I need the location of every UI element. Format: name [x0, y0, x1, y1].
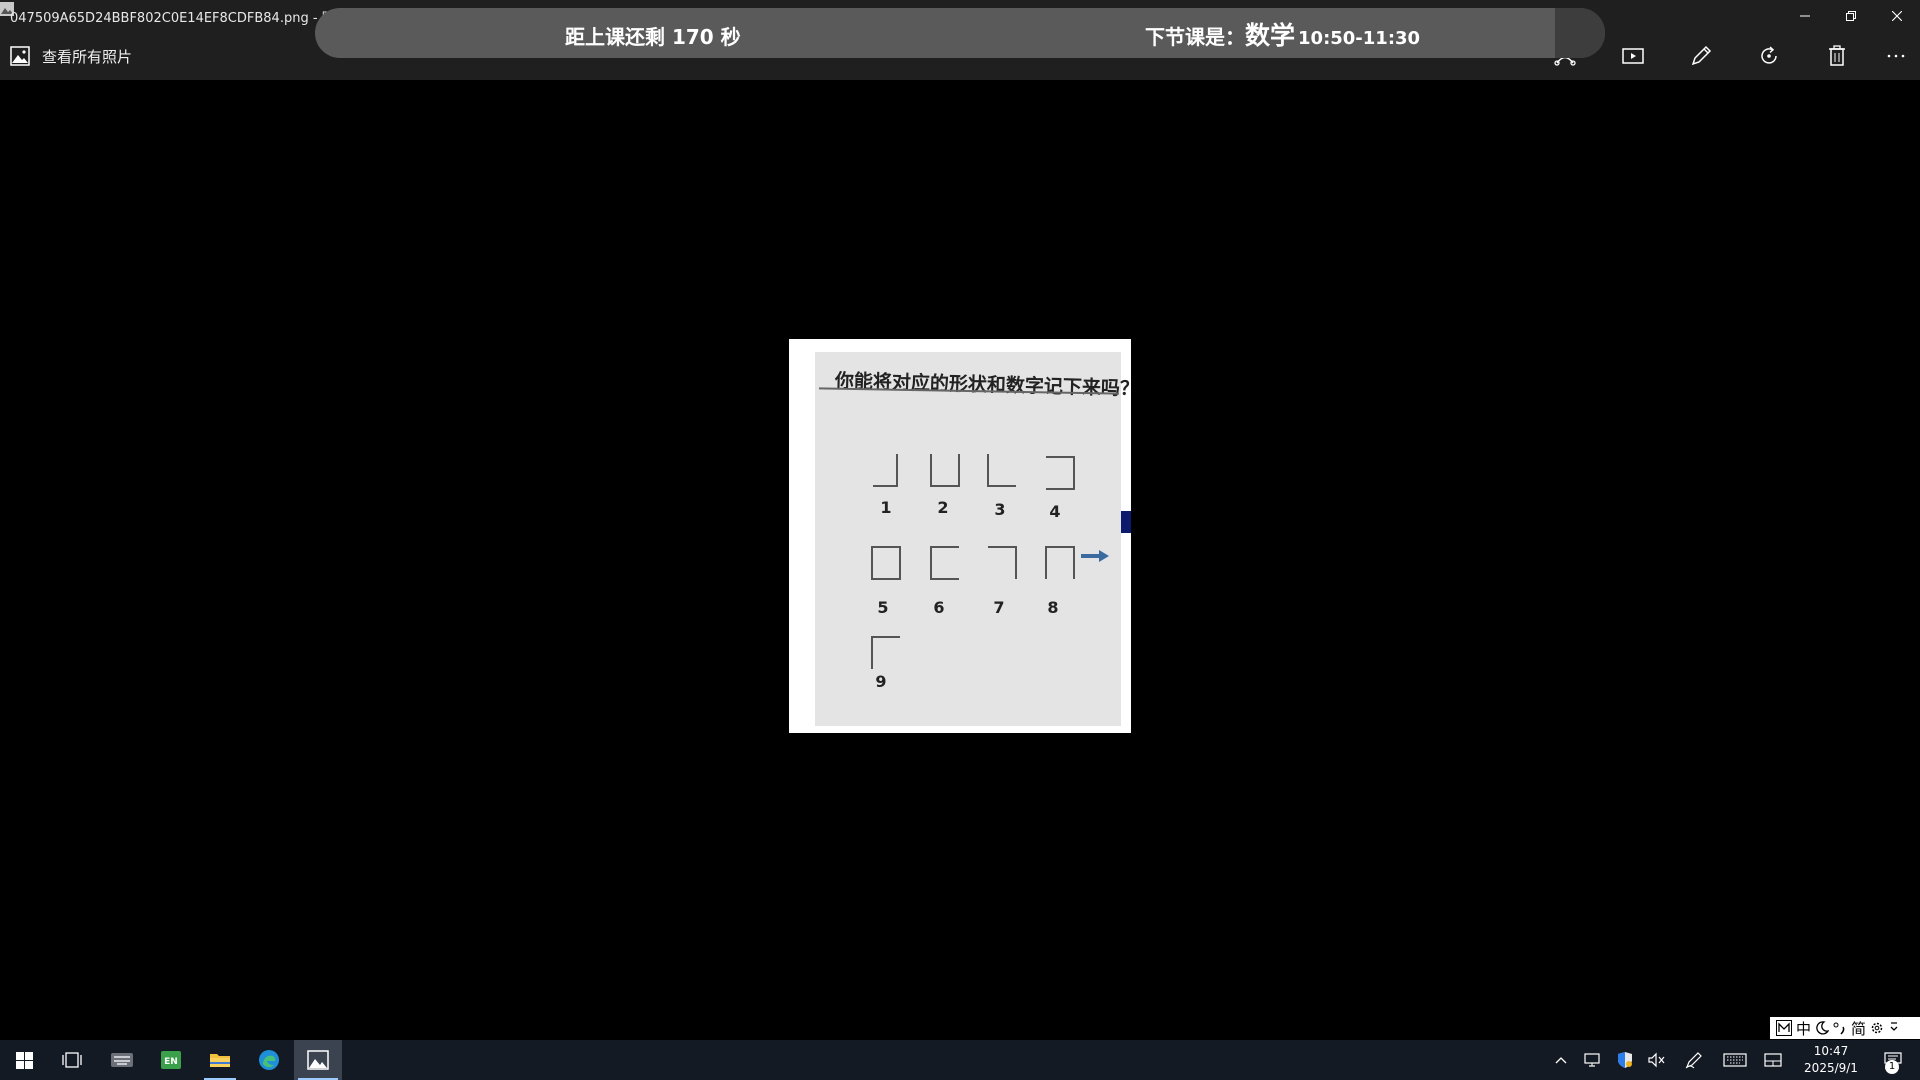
ime-toolbar[interactable]: 中 简	[1770, 1017, 1920, 1039]
more-options-button[interactable]	[1876, 40, 1916, 72]
view-all-photos-label: 查看所有照片	[42, 47, 133, 66]
gallery-icon	[10, 46, 30, 66]
shape-2-number: 2	[937, 498, 949, 517]
keyboard-icon	[1723, 1053, 1747, 1067]
screen-icon	[1764, 1053, 1782, 1067]
shape-9-icon	[871, 636, 900, 669]
moon-icon[interactable]	[1815, 1021, 1830, 1035]
shape-2-icon	[930, 454, 960, 487]
minimize-icon	[1800, 15, 1810, 17]
taskbar-clock[interactable]: 10:47 2025/9/1	[1786, 1043, 1876, 1077]
class-countdown-banner: 距上课还剩 170 秒 下节课是：数学 10:50-11:30	[315, 8, 1605, 58]
shape-4-number: 4	[1049, 502, 1061, 521]
delete-icon	[1829, 45, 1845, 66]
ime-mode-label[interactable]: 中	[1796, 1018, 1811, 1039]
shape-7-number: 7	[993, 598, 1005, 617]
file-explorer-icon	[210, 1054, 230, 1067]
clock-time: 10:47	[1813, 1044, 1849, 1058]
clock-date: 2025/9/1	[1804, 1061, 1858, 1075]
shape-7-icon	[988, 546, 1017, 579]
more-icon	[1887, 54, 1905, 58]
shape-9-number: 9	[875, 672, 887, 691]
ime-menu-icon[interactable]	[1889, 1021, 1899, 1035]
arrow-right-icon	[1081, 550, 1109, 562]
start-button[interactable]	[0, 1040, 48, 1080]
next-class-label: 下节课是：	[1145, 25, 1245, 49]
view-all-photos-button[interactable]: 查看所有照片	[10, 44, 132, 68]
restore-icon	[1846, 11, 1856, 21]
shape-6-icon	[930, 546, 959, 580]
worksheet: 你能将对应的形状和数字记下来吗？ 1 2 3 4 5 6 7 8 9	[815, 352, 1139, 726]
banner-end-cap	[1555, 8, 1605, 58]
slideshow-button[interactable]	[1613, 40, 1653, 72]
worksheet-heading: 你能将对应的形状和数字记下来吗？	[834, 370, 1140, 400]
ime-script-label[interactable]: 简	[1851, 1018, 1866, 1039]
svg-text:EN: EN	[164, 1057, 178, 1067]
shape-8-icon	[1045, 546, 1075, 579]
shield-icon	[1618, 1052, 1632, 1068]
taskbar-en-app[interactable]: EN	[147, 1040, 195, 1080]
next-class-time: 10:50-11:30	[1298, 28, 1421, 49]
photos-icon	[307, 1050, 329, 1070]
slideshow-icon	[1622, 48, 1644, 64]
touch-keyboard-button[interactable]	[1718, 1040, 1752, 1080]
shape-5-icon	[871, 546, 901, 580]
taskbar: EN 10:47 2025/9/1	[0, 1040, 1920, 1080]
edit-icon	[1691, 45, 1712, 66]
volume-muted-icon	[1648, 1052, 1665, 1068]
pen-icon	[1685, 1052, 1702, 1069]
blue-marker	[1121, 511, 1131, 533]
rotate-button[interactable]	[1749, 40, 1789, 72]
punctuation-icon[interactable]	[1833, 1021, 1847, 1035]
notification-count-badge: 1	[1885, 1060, 1899, 1074]
security-tray-button[interactable]	[1610, 1040, 1640, 1080]
shape-8-number: 8	[1047, 598, 1059, 617]
task-view-icon	[62, 1052, 82, 1068]
taskbar-keyboard-app[interactable]	[98, 1040, 146, 1080]
close-button[interactable]	[1874, 0, 1920, 32]
minimize-button[interactable]	[1782, 0, 1828, 32]
window-controls	[1782, 0, 1920, 32]
shape-3-icon	[987, 454, 1016, 487]
next-class-subject: 数学	[1245, 21, 1296, 50]
en-app-icon: EN	[161, 1051, 181, 1069]
edit-button[interactable]	[1681, 40, 1721, 72]
settings-gear-icon[interactable]	[1870, 1021, 1884, 1035]
displayed-photo[interactable]: 你能将对应的形状和数字记下来吗？ 1 2 3 4 5 6 7 8 9	[789, 339, 1139, 733]
input-indicator-button[interactable]	[1758, 1040, 1788, 1080]
taskbar-edge[interactable]	[245, 1040, 293, 1080]
pen-workspace-button[interactable]	[1679, 1040, 1709, 1080]
rotate-icon	[1761, 46, 1777, 64]
ime-logo-icon	[1776, 1020, 1792, 1036]
shape-4-icon	[1046, 456, 1075, 490]
task-view-button[interactable]	[48, 1040, 96, 1080]
delete-button[interactable]	[1817, 40, 1857, 72]
shape-5-number: 5	[877, 598, 889, 617]
window-title: 047509A65D24BBF802C0E14EF8CDFB84.png - 照…	[10, 11, 348, 26]
volume-tray-button[interactable]	[1642, 1040, 1672, 1080]
start-icon	[15, 1051, 33, 1069]
countdown-text: 距上课还剩 170 秒	[565, 25, 741, 49]
shape-6-number: 6	[933, 598, 945, 617]
keyboard-app-icon	[111, 1053, 133, 1067]
next-class-info: 下节课是：数学 10:50-11:30	[1145, 16, 1420, 52]
taskbar-file-explorer[interactable]	[196, 1040, 244, 1080]
show-hidden-icons-button[interactable]	[1546, 1040, 1576, 1080]
close-icon	[1892, 11, 1902, 21]
network-tray-button[interactable]	[1578, 1040, 1608, 1080]
edge-icon	[259, 1050, 279, 1070]
restore-button[interactable]	[1828, 0, 1874, 32]
chevron-up-icon	[1555, 1057, 1567, 1064]
taskbar-photos[interactable]	[294, 1040, 342, 1080]
shape-1-number: 1	[880, 498, 892, 517]
shape-3-number: 3	[994, 500, 1006, 519]
network-icon	[1584, 1053, 1600, 1067]
shape-1-icon	[873, 454, 898, 487]
